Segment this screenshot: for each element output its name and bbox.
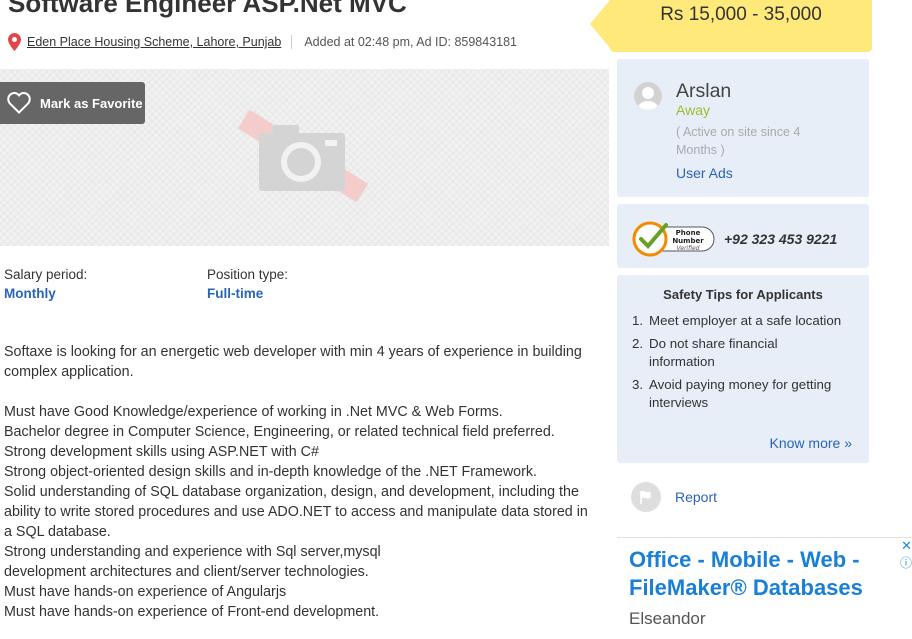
avatar[interactable] xyxy=(634,82,662,110)
requirement-line: Strong understanding and experience with… xyxy=(4,544,381,560)
seller-status: Away xyxy=(676,102,710,118)
requirement-line: Strong development skills using ASP.NET … xyxy=(4,444,319,460)
requirement-line: development architectures and client/ser… xyxy=(4,564,369,580)
photo-area: Mark as Favorite xyxy=(0,69,609,246)
requirement-line: Must have hands-on experience of Front-e… xyxy=(4,604,380,620)
location-pin-icon xyxy=(8,33,21,51)
position-type-value: Full-time xyxy=(207,286,264,301)
requirement-line: Bachelor degree in Computer Science, Eng… xyxy=(4,424,555,440)
ad-advertiser: Elseandor xyxy=(629,609,706,628)
phone-verified-badge-icon: Phone Number Verified xyxy=(632,221,715,257)
mark-favorite-label: Mark as Favorite xyxy=(40,95,143,111)
phone-number[interactable]: +92 323 453 9221 xyxy=(724,231,837,247)
safety-tips-card: Safety Tips for Applicants 1. Meet emplo… xyxy=(617,275,869,463)
requirement-line: Strong object-oriented design skills and… xyxy=(4,464,537,480)
phone-card: Phone Number Verified +92 323 453 9221 xyxy=(617,204,869,268)
know-more-link[interactable]: Know more » xyxy=(770,435,852,451)
position-type: Position type: Full-time xyxy=(207,267,288,301)
seller-name[interactable]: Arslan xyxy=(676,80,731,103)
ad-title[interactable]: Office - Mobile - Web - FileMaker® Datab… xyxy=(629,546,899,602)
advertisement[interactable]: Office - Mobile - Web - FileMaker® Datab… xyxy=(617,537,912,639)
list-item: 2. Do not share financial information xyxy=(632,336,778,369)
description-intro: Softaxe is looking for an energetic web … xyxy=(4,344,582,380)
seller-card: Arslan Away ( Active on site since 4 Mon… xyxy=(617,59,869,197)
safety-tips-title: Safety Tips for Applicants xyxy=(663,287,823,302)
report-label: Report xyxy=(675,489,718,505)
requirement-line: Solid understanding of SQL database orga… xyxy=(4,484,588,540)
position-type-label: Position type: xyxy=(207,267,289,282)
job-description: Softaxe is looking for an energetic web … xyxy=(4,342,594,622)
location-link[interactable]: Eden Place Housing Scheme, Lahore, Punja… xyxy=(27,35,281,49)
user-avatar-icon xyxy=(638,87,658,110)
price-banner: Rs 15,000 - 35,000 xyxy=(590,0,872,52)
list-item: 3. Avoid paying money for getting interv… xyxy=(632,377,832,410)
report-button[interactable]: Report xyxy=(631,482,717,512)
safety-tips-list: 1. Meet employer at a safe location 2. D… xyxy=(632,312,847,417)
listing-meta: Eden Place Housing Scheme, Lahore, Punja… xyxy=(8,33,517,51)
badge-line1: Phone xyxy=(676,229,701,237)
camera-icon xyxy=(237,109,369,203)
list-item: 1. Meet employer at a safe location xyxy=(632,313,842,328)
flag-icon xyxy=(631,482,661,512)
info-icon[interactable]: ⓘ xyxy=(900,554,912,571)
heart-icon xyxy=(7,91,31,114)
salary-period-value: Monthly xyxy=(4,286,56,301)
badge-line3: Verified xyxy=(677,245,700,252)
requirement-line: Must have hands-on experience of Angular… xyxy=(4,584,287,600)
close-icon[interactable]: ✕ xyxy=(901,538,912,554)
requirement-line: Must have Good Knowledge/experience of w… xyxy=(4,404,503,420)
mark-favorite-button[interactable]: Mark as Favorite xyxy=(0,82,145,124)
listing-title: Software Engineer ASP.Net MVC xyxy=(8,0,407,18)
salary-period-label: Salary period: xyxy=(4,267,88,282)
badge-line2: Number xyxy=(672,237,704,245)
salary-period: Salary period: Monthly xyxy=(4,267,87,301)
price-value: Rs 15,000 - 35,000 xyxy=(660,4,822,25)
user-ads-link[interactable]: User Ads xyxy=(676,165,733,181)
seller-active-since: ( Active on site since 4 Months ) xyxy=(676,125,801,157)
meta-divider xyxy=(291,35,293,49)
added-info: Added at 02:48 pm, Ad ID: 859843181 xyxy=(304,35,518,49)
